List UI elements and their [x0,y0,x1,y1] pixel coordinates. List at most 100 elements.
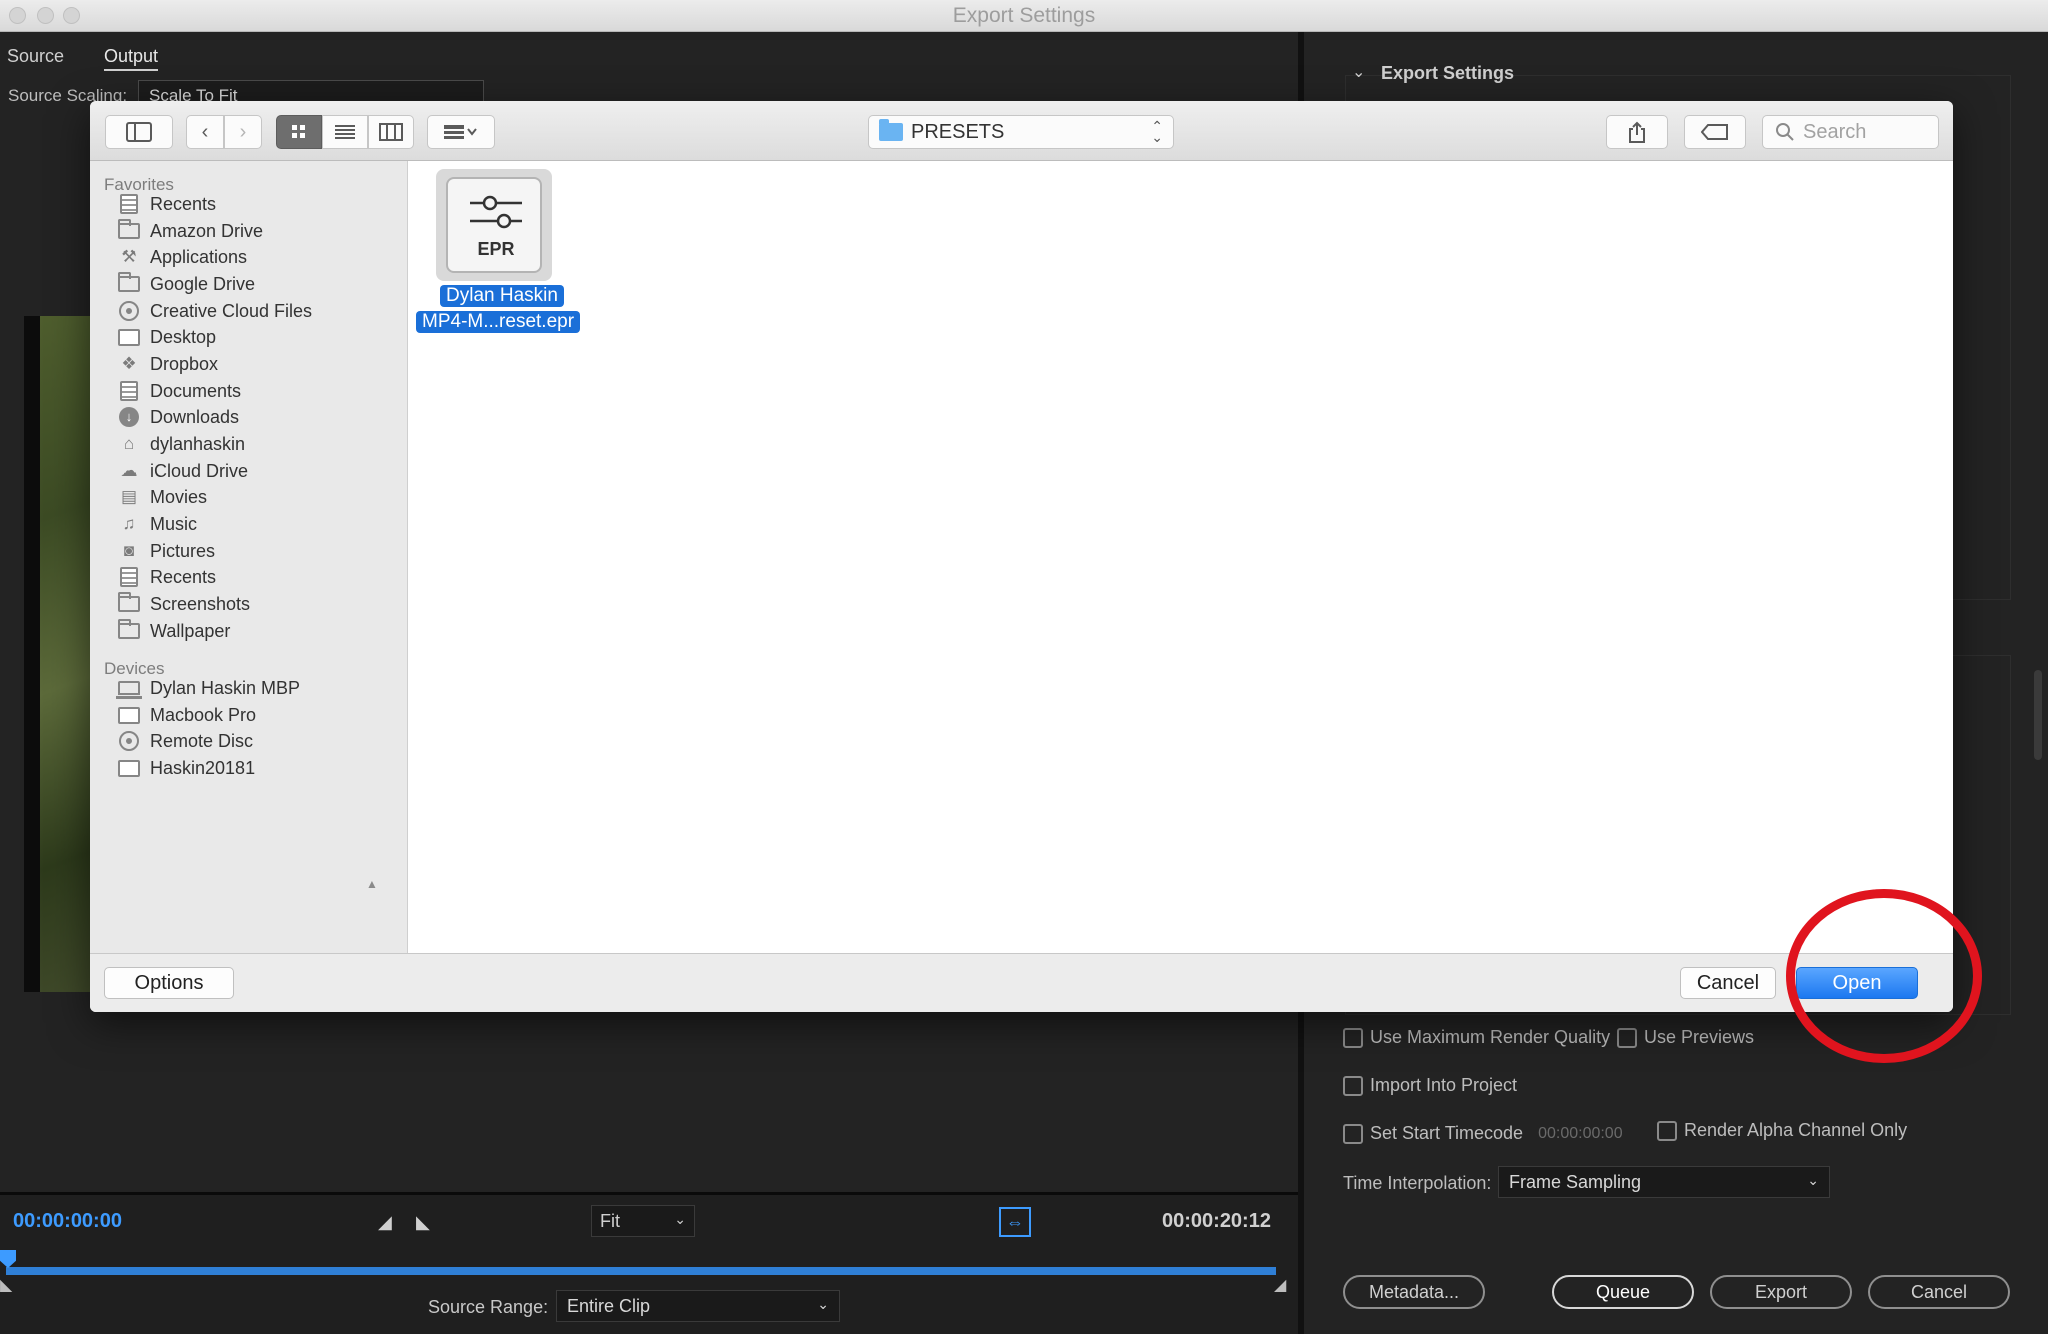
start-timecode-field[interactable]: 00:00:00:00 [1538,1125,1623,1143]
preset-file-icon: EPR [446,177,542,273]
sidebar-item-label: Haskin20181 [150,757,256,778]
render-alpha-only-checkbox[interactable]: Render Alpha Channel Only [1657,1120,1907,1141]
sidebar-item-screenshots[interactable]: Screenshots [118,590,250,618]
folder-icon [118,219,140,241]
sidebar-item-label: Wallpaper [150,620,231,641]
sidebar-item-icloud-drive[interactable]: ☁ iCloud Drive [118,457,249,485]
export-button[interactable]: Export [1710,1275,1852,1309]
sidebar-item-dropbox[interactable]: ❖ Dropbox [118,350,218,378]
scrollbar[interactable] [2034,670,2042,760]
pictures-icon: ◙ [123,541,135,560]
checkbox-label: Render Alpha Channel Only [1684,1120,1908,1140]
sidebar-item-label: iCloud Drive [150,460,249,481]
sidebar-item-documents[interactable]: Documents [118,377,241,405]
window-titlebar: Export Settings [0,0,2048,32]
set-start-timecode-checkbox[interactable]: Set Start Timecode 00:00:00:00 [1343,1123,1623,1144]
tab-output[interactable]: Output [104,46,159,71]
cancel-button[interactable]: Cancel [1680,967,1776,999]
share-button[interactable] [1606,115,1668,149]
use-previews-checkbox[interactable]: Use Previews [1617,1027,1754,1048]
forward-button[interactable]: › [224,115,262,149]
tags-button[interactable] [1684,115,1746,149]
annotation-circle [1786,889,1982,1063]
drive-icon [118,758,140,778]
time-interpolation-select[interactable]: Frame Sampling ⌄ [1498,1166,1830,1198]
timecode-start[interactable]: 00:00:00:00 [13,1210,122,1233]
sidebar-item-amazon-drive[interactable]: Amazon Drive [118,217,263,245]
options-button[interactable]: Options [104,967,234,999]
sidebar-item-downloads[interactable]: ↓ Downloads [118,403,239,431]
chevron-down-icon[interactable]: ⌄ [1352,62,1365,82]
sidebar-item-haskin20181[interactable]: Haskin20181 [118,754,255,782]
sidebar-item-macbook-pro[interactable]: Macbook Pro [118,701,256,729]
sidebar-item-label: Macbook Pro [150,704,257,725]
columns-icon [379,123,403,141]
checkbox-label: Import Into Project [1370,1075,1518,1095]
folder-icon [118,619,140,641]
time-interpolation-label: Time Interpolation: [1343,1173,1492,1193]
sidebar-item-recents[interactable]: Recents [118,190,216,218]
sidebar-item-label: Dylan Haskin MBP [150,677,301,698]
queue-button[interactable]: Queue [1552,1275,1694,1309]
set-in-point-icon[interactable]: ◢ [378,1212,392,1233]
sidebar-toggle-button[interactable] [105,115,173,149]
max-render-quality-checkbox[interactable]: Use Maximum Render Quality [1343,1027,1610,1048]
sidebar-item-wallpaper[interactable]: Wallpaper [118,617,230,645]
export-settings-header: Export Settings [1381,63,1515,83]
window-title: Export Settings [952,4,1096,27]
sidebar-item-dylanhaskin[interactable]: ⌂ dylanhaskin [118,430,245,458]
share-icon [1629,121,1645,143]
zoom-select[interactable]: Fit ⌄ [591,1205,695,1237]
import-into-project-checkbox[interactable]: Import Into Project [1343,1075,1517,1096]
cancel-export-button[interactable]: Cancel [1868,1275,2010,1309]
sidebar-item-remote-disc[interactable]: Remote Disc [118,727,253,755]
sidebar-item-label: Creative Cloud Files [150,300,313,321]
sidebar-item-dylan-haskin-mbp[interactable]: Dylan Haskin MBP [116,674,301,702]
aspect-ratio-correction-icon[interactable]: ⇔ [999,1207,1031,1237]
sidebar-item-label: Amazon Drive [150,220,264,241]
sidebar-item-google-drive[interactable]: Google Drive [118,270,255,298]
location-select[interactable]: PRESETS ⌃ ⌄ [868,115,1174,149]
group-by-button[interactable] [427,115,495,149]
disk-icon [118,705,140,725]
sidebar-item-movies[interactable]: ▤ Movies [118,483,207,511]
sidebar-item-recents-2[interactable]: Recents [118,563,216,591]
sidebar-item-label: Desktop [150,326,217,347]
metadata-button[interactable]: Metadata... [1343,1275,1485,1309]
tab-source[interactable]: Source [7,46,64,67]
checkbox-label: Use Previews [1644,1027,1755,1047]
dialog-footer: Options Cancel Open [90,953,1953,1012]
checkbox-box[interactable] [1343,1123,1363,1144]
search-placeholder: Search [1803,120,1867,143]
sidebar-item-label: Pictures [150,540,216,561]
sliders-icon [470,195,522,229]
eject-icon[interactable]: ▲ [366,877,378,891]
sidebar-item-desktop[interactable]: Desktop [118,323,216,351]
scrubber-track[interactable] [6,1267,1276,1275]
set-out-point-icon[interactable]: ◣ [416,1212,430,1233]
back-button[interactable]: ‹ [186,115,224,149]
column-view-button[interactable] [368,115,414,149]
sidebar-item-applications[interactable]: ⚒ Applications [118,243,247,271]
checkbox-box[interactable] [1657,1120,1677,1141]
up-down-chevron-icon: ⌃ ⌄ [1151,118,1163,145]
sidebar-item-music[interactable]: ♫ Music [118,510,197,538]
out-point-marker-icon[interactable]: ◢ [1274,1275,1286,1295]
file-item[interactable]: EPR Dylan Haskin MP4-M...reset.epr [416,169,581,369]
source-range-select[interactable]: Entire Clip ⌄ [556,1290,840,1322]
sidebar-item-label: Recents [150,566,217,587]
checkbox-box[interactable] [1617,1027,1637,1048]
sidebar-item-label: Applications [150,246,248,267]
in-point-marker-icon[interactable]: ◣ [0,1275,12,1295]
icon-view-button[interactable] [276,115,322,149]
dialog-toolbar: ‹ › PRESETS ⌃ ⌄ Search [90,101,1953,161]
list-view-button[interactable] [322,115,368,149]
checkbox-box[interactable] [1343,1027,1363,1048]
sidebar-item-creative-cloud-files[interactable]: Creative Cloud Files [118,297,312,325]
sidebar-item-pictures[interactable]: ◙ Pictures [118,537,215,565]
search-input[interactable]: Search [1762,115,1939,149]
checkbox-box[interactable] [1343,1075,1363,1096]
file-browser-area [408,161,1953,953]
file-extension-label: EPR [477,239,515,259]
home-icon: ⌂ [123,434,135,453]
